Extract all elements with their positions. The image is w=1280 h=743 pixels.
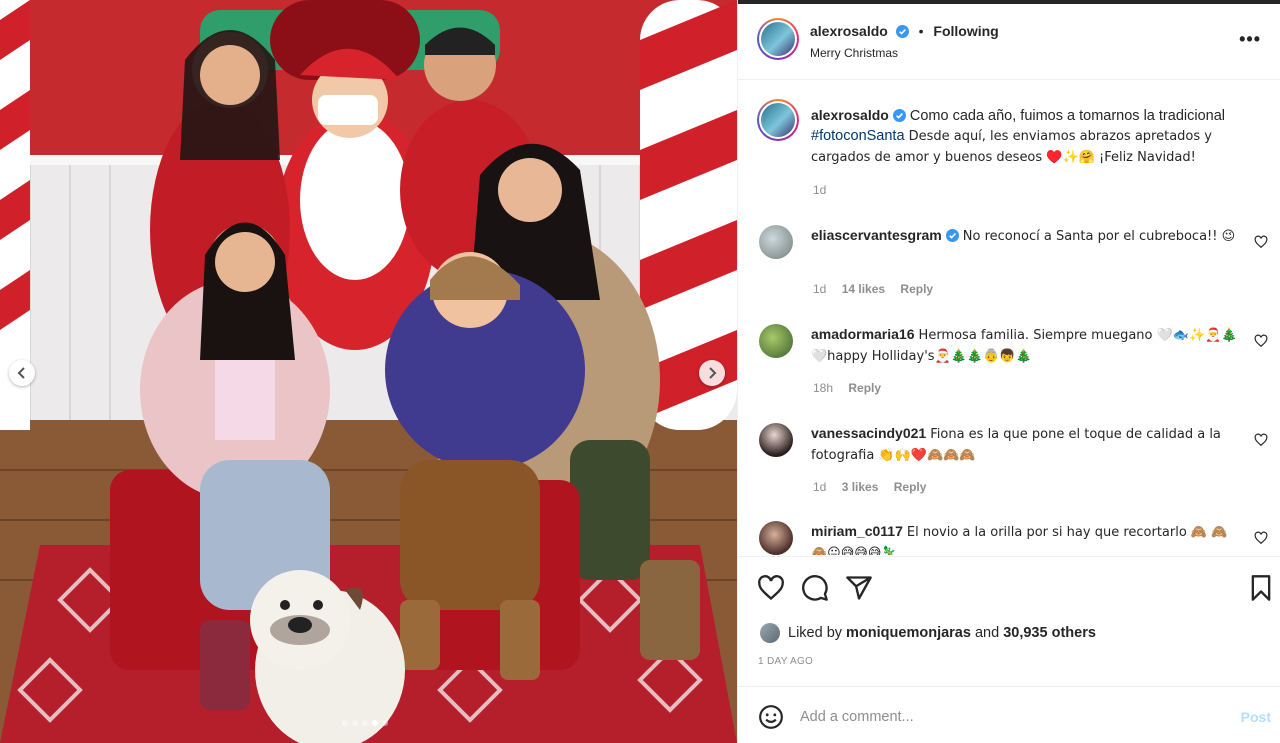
comment-item: vanessacindy021 Fiona es la que pone el … — [811, 423, 1241, 466]
caption-timestamp: 1d — [813, 183, 827, 197]
author-username[interactable]: alexrosaldo — [810, 23, 888, 39]
post-comment-button[interactable]: Post — [1241, 709, 1271, 725]
comment-meta: 1d 14 likes Reply — [813, 282, 945, 296]
comment-like-heart-icon[interactable] — [1254, 433, 1268, 447]
author-line: alexrosaldo • Following — [810, 23, 999, 39]
caption-avatar[interactable] — [757, 99, 799, 141]
reply-button[interactable]: Reply — [848, 381, 881, 395]
comment-username[interactable]: vanessacindy021 — [811, 425, 926, 441]
caption-hashtag[interactable]: #fotoconSanta — [811, 128, 905, 144]
liked-by-others[interactable]: 30,935 others — [1003, 625, 1096, 641]
comment-item: amadormaria16 Hermosa familia. Siempre m… — [811, 324, 1241, 367]
comment-time: 1d — [813, 282, 827, 296]
comment-text: No reconocí a Santa por el cubreboca!! 😉 — [962, 229, 1236, 244]
paper-plane-icon[interactable] — [845, 574, 873, 602]
carousel-dot — [352, 720, 358, 726]
comment-time: 1d — [813, 480, 827, 494]
comment-item: eliascervantesgram No reconocí a Santa p… — [811, 225, 1241, 247]
carousel-dot — [362, 720, 368, 726]
comment-meta: 1d 3 likes Reply — [813, 480, 938, 494]
caption-text-start: Como cada año, fuimos a tomarnos la trad… — [909, 108, 1225, 124]
comment-bubble-icon[interactable] — [801, 574, 829, 602]
post-photo[interactable] — [0, 0, 737, 743]
liked-by-and: and — [974, 625, 1000, 641]
comment-like-heart-icon[interactable] — [1254, 235, 1268, 249]
carousel-dot-active — [372, 720, 378, 726]
carousel-indicator — [342, 720, 388, 726]
comment-username[interactable]: miriam_c0117 — [811, 523, 903, 539]
commenter-avatar[interactable] — [759, 324, 793, 358]
liked-by-user[interactable]: moniquemonjaras — [846, 625, 971, 641]
post-date[interactable]: 1 DAY AGO — [758, 656, 813, 667]
comment-meta: 18h Reply — [813, 381, 893, 395]
carousel-dot — [342, 720, 348, 726]
comment-input[interactable] — [800, 703, 1210, 731]
liked-by-prefix: Liked by — [788, 625, 843, 641]
author-avatar[interactable] — [757, 18, 799, 60]
chevron-left-icon — [17, 367, 25, 379]
comment-time: 18h — [813, 381, 834, 395]
comments-list[interactable]: alexrosaldo Como cada año, fuimos a toma… — [738, 81, 1280, 555]
post-actions: Liked by moniquemonjaras and 30,935 othe… — [738, 556, 1280, 686]
comment-likes[interactable]: 14 likes — [842, 282, 885, 296]
post-location[interactable]: Merry Christmas — [810, 46, 898, 60]
post-caption: alexrosaldo Como cada año, fuimos a toma… — [811, 105, 1251, 168]
heart-icon[interactable] — [757, 574, 785, 602]
verified-badge-icon — [895, 25, 909, 38]
verified-badge-icon — [892, 109, 906, 122]
carousel-dot — [382, 720, 388, 726]
bookmark-icon[interactable] — [1247, 574, 1275, 602]
liker-avatar[interactable] — [760, 623, 780, 643]
comment-like-heart-icon[interactable] — [1254, 531, 1268, 545]
caption-time: 1d — [813, 183, 838, 197]
reply-button[interactable]: Reply — [894, 480, 927, 494]
family-christmas-photo — [0, 0, 737, 743]
reply-button[interactable]: Reply — [900, 282, 933, 296]
post-side-panel: alexrosaldo • Following Merry Christmas … — [737, 0, 1280, 743]
commenter-avatar[interactable] — [759, 423, 793, 457]
more-options-icon[interactable]: ••• — [1239, 30, 1261, 48]
liked-by-line: Liked by moniquemonjaras and 30,935 othe… — [760, 623, 1096, 643]
chevron-right-icon — [709, 367, 717, 379]
caption-username[interactable]: alexrosaldo — [811, 107, 889, 123]
add-comment-bar: Post — [738, 686, 1280, 743]
carousel-prev-button[interactable] — [9, 360, 35, 386]
post-header: alexrosaldo • Following Merry Christmas … — [738, 4, 1280, 80]
verified-badge-icon — [945, 229, 959, 242]
comment-username[interactable]: amadormaria16 — [811, 326, 915, 342]
comment-username[interactable]: eliascervantesgram — [811, 227, 942, 243]
smiley-icon[interactable] — [758, 704, 784, 730]
comment-like-heart-icon[interactable] — [1254, 334, 1268, 348]
commenter-avatar[interactable] — [759, 225, 793, 259]
separator-dot: • — [918, 23, 924, 39]
carousel-next-button[interactable] — [699, 360, 725, 386]
comment-item: miriam_c0117 El novio a la orilla por si… — [811, 521, 1241, 555]
comment-likes[interactable]: 3 likes — [842, 480, 879, 494]
following-button[interactable]: Following — [933, 23, 998, 39]
commenter-avatar[interactable] — [759, 521, 793, 555]
